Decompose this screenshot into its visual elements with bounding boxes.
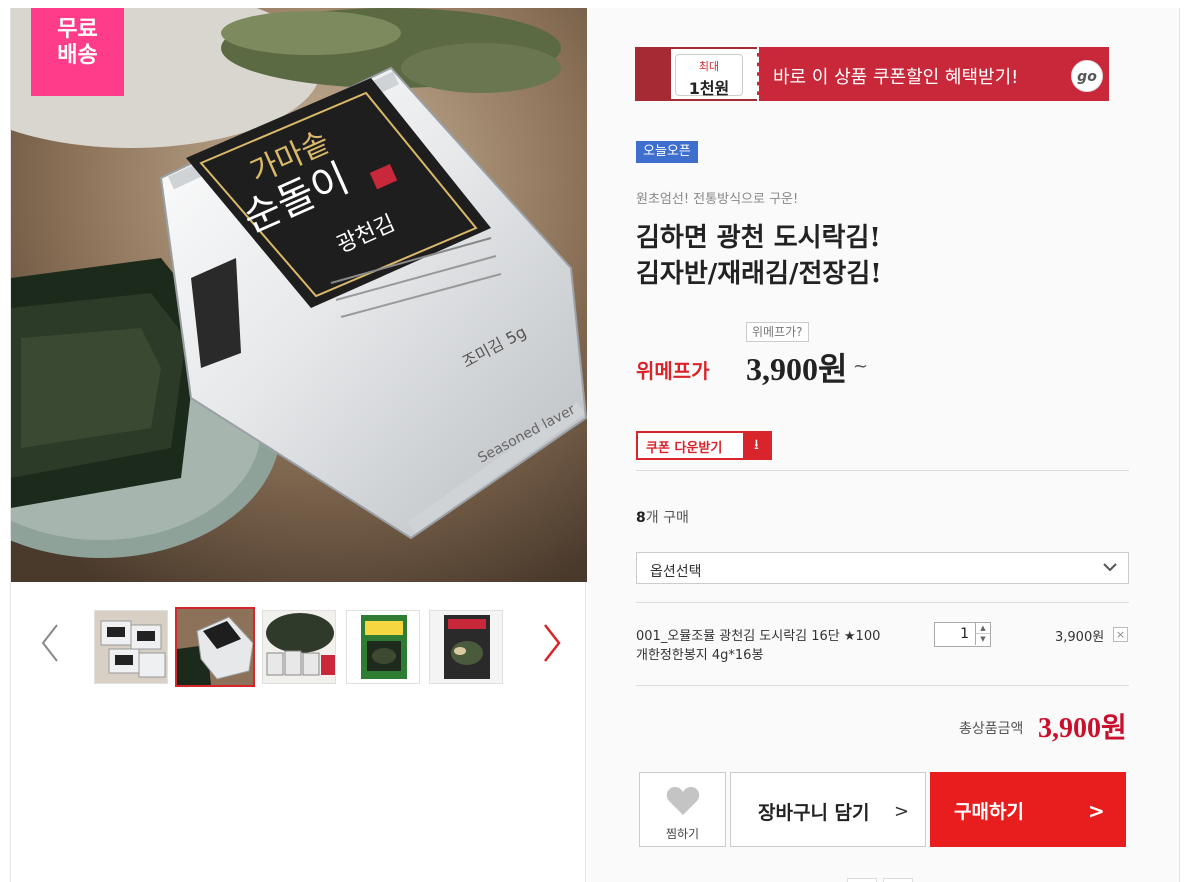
coupon-go-button[interactable]: go	[1071, 60, 1103, 92]
thumbnail-3[interactable]	[262, 610, 336, 684]
option-select[interactable]: 옵션선택	[636, 552, 1129, 584]
remove-option-icon[interactable]: ×	[1113, 627, 1128, 642]
chevron-right-icon: >	[894, 801, 910, 822]
price-label: 위메프가	[636, 359, 710, 383]
coupon-amount-chip: 최대 1천원	[671, 47, 757, 101]
divider	[636, 470, 1129, 471]
coupon-download-label: 쿠폰 다운받기	[646, 441, 723, 456]
option-select-label: 옵션선택	[650, 564, 702, 580]
divider	[636, 685, 1129, 686]
selected-option-name: 001_오뮬조뮬 광천김 도시락김 16단 ★100 개한정한봉지 4g*16봉	[636, 627, 906, 665]
product-title-line1: 김하면 광천 도시락김!	[636, 223, 881, 253]
purchase-count: 8개 구매	[636, 507, 689, 527]
wishlist-label: 찜하기	[665, 827, 700, 841]
heart-icon	[666, 786, 700, 820]
selected-option-price: 3,900원	[1055, 630, 1105, 645]
free-shipping-line2: 배송	[57, 43, 98, 68]
coupon-amount-small: 최대	[698, 60, 720, 73]
quantity-decrease-icon[interactable]: ▼	[975, 634, 990, 645]
thumbnail-5[interactable]	[429, 610, 503, 684]
coupon-amount-big: 1천원	[688, 79, 730, 98]
total-price-label: 총상품금액	[959, 721, 1024, 737]
download-icon: ⭳	[743, 433, 770, 458]
price-suffix: ~	[853, 356, 869, 377]
quantity-increase-icon[interactable]: ▲	[975, 623, 990, 634]
selected-option-line2: 개한정한봉지 4g*16봉	[636, 648, 764, 663]
coupon-banner-text: 바로 이 상품 쿠폰할인 혜택받기!	[773, 67, 1019, 88]
quantity-input[interactable]: 1	[935, 623, 975, 646]
chevron-left-icon[interactable]	[37, 623, 67, 663]
free-shipping-line1: 무료	[57, 17, 98, 42]
quantity-stepper[interactable]: 1 ▲ ▼	[934, 622, 991, 647]
product-title-line2: 김자반/재래김/전장김!	[636, 259, 882, 289]
chevron-down-icon	[1102, 559, 1118, 575]
product-gallery: 가마솥 순돌이 광천김 조미김 5g Seasoned laver 무료 배송	[10, 8, 587, 882]
add-to-cart-label: 장바구니 담기	[758, 802, 870, 824]
coupon-banner-main: 바로 이 상품 쿠폰할인 혜택받기! go	[757, 47, 1109, 101]
product-title: 김하면 광천 도시락김! 김자반/재래김/전장김!	[636, 220, 882, 292]
coupon-banner[interactable]: 최대 1천원 바로 이 상품 쿠폰할인 혜택받기! go	[635, 47, 1109, 101]
purchase-count-text: 개 구매	[645, 510, 689, 526]
chevron-right-icon[interactable]	[535, 623, 565, 663]
purchase-count-number: 8	[636, 510, 646, 526]
pagination-stub[interactable]	[847, 878, 877, 882]
total-price-value: 3,900원	[1038, 713, 1127, 744]
thumbnail-strip	[11, 605, 587, 689]
price-value: 3,900원	[746, 351, 848, 387]
product-page: 가마솥 순돌이 광천김 조미김 5g Seasoned laver 무료 배송	[0, 0, 1184, 882]
chevron-right-icon: >	[1088, 799, 1105, 823]
thumbnail-1[interactable]	[94, 610, 168, 684]
main-product-image[interactable]: 가마솥 순돌이 광천김 조미김 5g Seasoned laver 무료 배송	[11, 8, 587, 582]
product-info-panel: 최대 1천원 바로 이 상품 쿠폰할인 혜택받기! go 오늘오픈 원초엄선! …	[587, 8, 1180, 882]
add-to-cart-button[interactable]: 장바구니 담기 >	[730, 772, 926, 847]
coupon-download-button[interactable]: 쿠폰 다운받기 ⭳	[636, 431, 772, 460]
buy-now-button[interactable]: 구매하기 >	[930, 772, 1126, 847]
thumbnail-2[interactable]	[175, 607, 255, 687]
wishlist-button[interactable]: 찜하기	[639, 772, 726, 847]
today-open-badge: 오늘오픈	[636, 141, 698, 163]
selected-option-line1: 001_오뮬조뮬 광천김 도시락김 16단 ★100	[636, 629, 881, 644]
buy-now-label: 구매하기	[954, 801, 1024, 823]
coupon-banner-edge	[635, 47, 671, 101]
thumbnail-4[interactable]	[346, 610, 420, 684]
product-subtitle: 원초엄선! 전통방식으로 구운!	[636, 192, 799, 207]
free-shipping-badge: 무료 배송	[31, 8, 124, 96]
price-help-button[interactable]: 위메프가?	[746, 322, 809, 342]
divider	[636, 602, 1129, 603]
pagination-stub[interactable]	[883, 878, 913, 882]
